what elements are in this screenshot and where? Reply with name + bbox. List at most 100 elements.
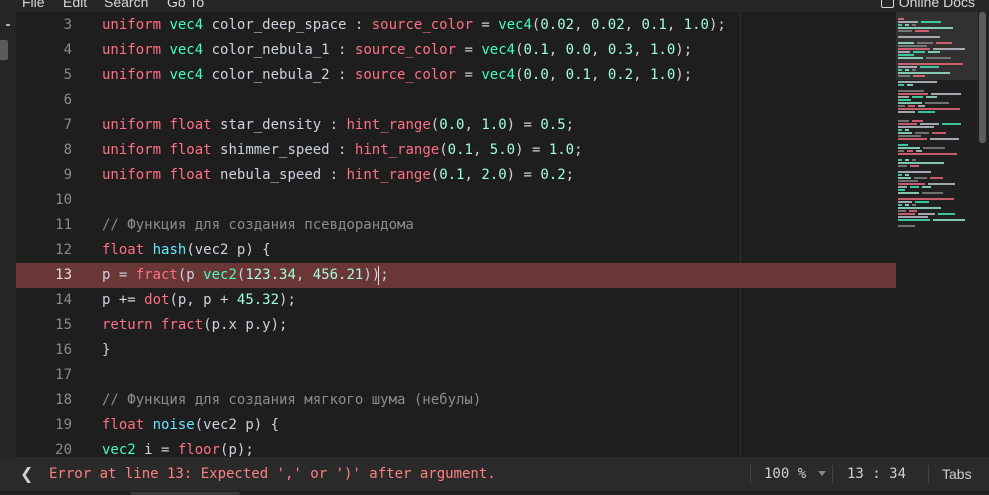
code-line[interactable]: 19 float noise(vec2 p) { <box>16 413 896 438</box>
minimap-line <box>898 177 911 179</box>
toggle-panel-icon[interactable]: ❮ <box>20 457 33 491</box>
minimap-line <box>918 213 935 215</box>
minimap-line <box>898 132 912 134</box>
code-token: // Функция для создания мягкого шума (не… <box>102 392 482 408</box>
code-line[interactable]: 4 uniform vec4 color_nebula_1 : source_co… <box>16 38 896 63</box>
code-token: float <box>169 167 212 183</box>
code-line[interactable]: 18 // Функция для создания мягкого шума (… <box>16 388 896 413</box>
minimap-line <box>898 225 915 227</box>
line-number: 11 <box>55 217 72 233</box>
minimap-line <box>898 171 931 173</box>
code-token: color_nebula_2 : <box>203 67 355 83</box>
code-line[interactable]: 7 uniform float star_density : hint_range… <box>16 113 896 138</box>
code-line[interactable]: 15 return fract(p.x p.y); <box>16 313 896 338</box>
minimap-line <box>910 186 919 188</box>
minimap[interactable] <box>896 12 989 457</box>
minimap-line <box>898 42 914 44</box>
code-token: 0.02 <box>590 17 625 33</box>
code-token: (p, p + <box>169 292 237 308</box>
code-token: hint_range <box>354 142 440 158</box>
code-line[interactable]: 6 <box>16 88 896 113</box>
minimap-line <box>898 183 925 185</box>
minimap-line <box>898 69 902 71</box>
minimap-line <box>917 42 933 44</box>
minimap-line <box>898 63 963 65</box>
minimap-line <box>912 159 916 161</box>
zoom-dropdown-icon[interactable] <box>818 471 826 476</box>
code-token: 1.0 <box>649 42 676 58</box>
minimap-line <box>910 165 919 167</box>
code-token: = <box>472 17 499 33</box>
code-line[interactable]: 14 p += dot(p, p + 45.32); <box>16 288 896 313</box>
code-token: p = <box>102 267 136 283</box>
code-token: ( <box>515 42 524 58</box>
minimap-line <box>898 189 905 191</box>
code-token: 0.2 <box>540 167 566 183</box>
code-line[interactable]: 10 <box>16 188 896 213</box>
code-line[interactable]: 16} <box>16 338 896 363</box>
code-token: ; <box>574 142 583 158</box>
code-token: , <box>464 167 482 183</box>
code-line[interactable]: 8 uniform float shimmer_speed : hint_rang… <box>16 138 896 163</box>
minimap-line <box>905 129 909 131</box>
minimap-line <box>907 84 913 86</box>
minimap-line <box>898 51 910 53</box>
code-text: float hash(vec2 p) { <box>102 238 271 263</box>
line-number: 5 <box>63 67 72 83</box>
code-token: 1.0 <box>548 142 575 158</box>
menu-edit[interactable]: Edit <box>63 0 87 12</box>
code-line[interactable]: 5 uniform vec4 color_nebula_2 : source_co… <box>16 63 896 88</box>
code-token: p += <box>102 292 145 308</box>
code-line[interactable]: 3 uniform vec4 color_deep_space : source_… <box>16 13 896 38</box>
minimap-line <box>923 147 945 149</box>
vertical-scrollbar[interactable] <box>979 12 986 143</box>
code-line[interactable]: 9 uniform float nebula_speed : hint_range… <box>16 163 896 188</box>
status-separator <box>832 465 833 483</box>
code-token: noise <box>152 417 195 433</box>
code-token: = <box>456 42 482 58</box>
code-line[interactable]: 12 float hash(vec2 p) { <box>16 238 896 263</box>
code-token: source_color <box>371 17 473 33</box>
code-token: 45.32 <box>236 292 280 308</box>
code-line[interactable]: 13 p = fract(p vec2(123.34, 456.21)); <box>16 263 896 288</box>
code-token: floor <box>177 442 221 457</box>
code-line[interactable]: 11 // Функция для создания псевдорандома <box>16 213 896 238</box>
online-docs-button[interactable]: Online Docs <box>880 0 975 12</box>
line-number: 18 <box>55 392 72 408</box>
minimap-line <box>898 120 909 122</box>
code-token: 0.1 <box>565 67 591 83</box>
line-number: 17 <box>55 367 72 383</box>
minimap-line <box>936 42 952 44</box>
menu-search[interactable]: Search <box>104 0 148 12</box>
error-message[interactable]: Error at line 13: Expected ',' or ')' af… <box>49 457 496 491</box>
code-editor[interactable]: 3 uniform vec4 color_deep_space : source_… <box>16 12 896 457</box>
indent-mode[interactable]: Tabs <box>942 457 972 491</box>
code-token: color_nebula_1 : <box>203 42 355 58</box>
code-token: vec2 <box>102 442 136 457</box>
zoom-level[interactable]: 100 % <box>764 457 806 491</box>
panel-marker[interactable] <box>0 40 8 60</box>
code-token: 123.34 <box>245 267 296 283</box>
minimap-line <box>918 111 935 113</box>
minimap-line <box>915 30 929 32</box>
code-line[interactable]: 20 vec2 i = floor(p); <box>16 438 896 457</box>
code-token: color_deep_space : <box>203 17 372 33</box>
code-token: 1.0 <box>481 117 507 133</box>
minimap-line <box>898 111 915 113</box>
code-text: vec2 i = floor(p); <box>102 438 254 457</box>
code-text: uniform float nebula_speed : hint_range(… <box>102 163 574 188</box>
line-number: 9 <box>63 167 72 183</box>
code-token: 0.1 <box>439 167 465 183</box>
code-token: float <box>102 242 145 258</box>
code-token: vec2 <box>203 267 237 283</box>
code-token: ); <box>675 42 693 58</box>
code-line[interactable]: 17 <box>16 363 896 388</box>
line-number: 20 <box>55 442 72 457</box>
menu-file[interactable]: File <box>22 0 45 12</box>
menu-bar: File Edit Search Go To Online Docs <box>0 0 989 12</box>
code-token: , <box>590 42 608 58</box>
menu-go-to[interactable]: Go To <box>167 0 204 12</box>
minimap-line <box>898 126 934 128</box>
code-token: (p.x p.y); <box>203 317 288 333</box>
minimap-line <box>913 75 925 77</box>
